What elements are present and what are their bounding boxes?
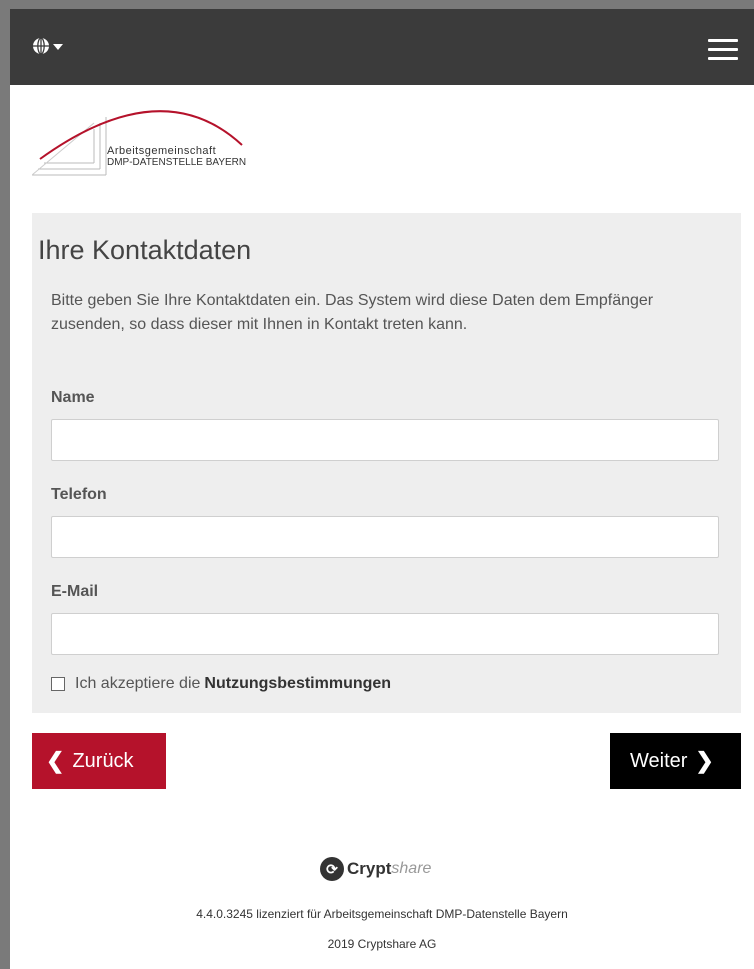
top-navbar [10,9,754,85]
logo-line-1: Arbeitsgemeinschaft [107,145,217,157]
back-button[interactable]: ❮ Zurück [32,733,166,789]
email-label: E-Mail [51,583,99,600]
language-selector[interactable] [32,37,63,55]
hamburger-menu-icon[interactable] [708,39,738,61]
phone-label: Telefon [51,486,107,503]
terms-label: Ich akzeptiere die [75,675,201,692]
globe-icon [32,37,50,55]
name-label: Name [51,389,95,406]
next-button-label: Weiter [630,749,688,772]
cryptshare-logo: ⟳ Crypt share [320,857,431,881]
terms-link[interactable]: Nutzungsbestimmungen [204,675,391,693]
terms-row: Ich akzeptiere die Nutzungsbestimmungen [51,675,391,693]
page-title: Ihre Kontaktdaten [38,235,252,265]
app-frame: Arbeitsgemeinschaft DMP-DATENSTELLE BAYE… [10,9,754,969]
phone-input[interactable] [51,516,719,558]
next-button[interactable]: Weiter ❯ [610,733,741,789]
terms-checkbox[interactable] [51,677,65,691]
copyright-text: 2019 Cryptshare AG [327,937,437,951]
back-button-label: Zurück [72,749,134,772]
logo-line-2: DMP-DATENSTELLE BAYERN [107,157,247,168]
name-input[interactable] [51,419,719,461]
company-logo: Arbeitsgemeinschaft DMP-DATENSTELLE BAYE… [31,101,272,181]
cryptshare-brand-light: share [391,860,432,877]
cryptshare-brand-bold: Crypt [347,859,392,878]
cryptshare-icon: ⟳ [320,857,344,881]
intro-text: Bitte geben Sie Ihre Kontaktdaten ein. D… [51,292,654,333]
chevron-right-icon: ❯ [695,748,714,773]
chevron-down-icon [53,44,63,50]
contact-form-panel: Ihre Kontaktdaten Bitte geben Sie Ihre K… [32,213,741,713]
email-input[interactable] [51,613,719,655]
chevron-left-icon: ❮ [46,748,65,773]
license-text: 4.4.0.3245 lizenziert für Arbeitsgemeins… [196,907,568,921]
